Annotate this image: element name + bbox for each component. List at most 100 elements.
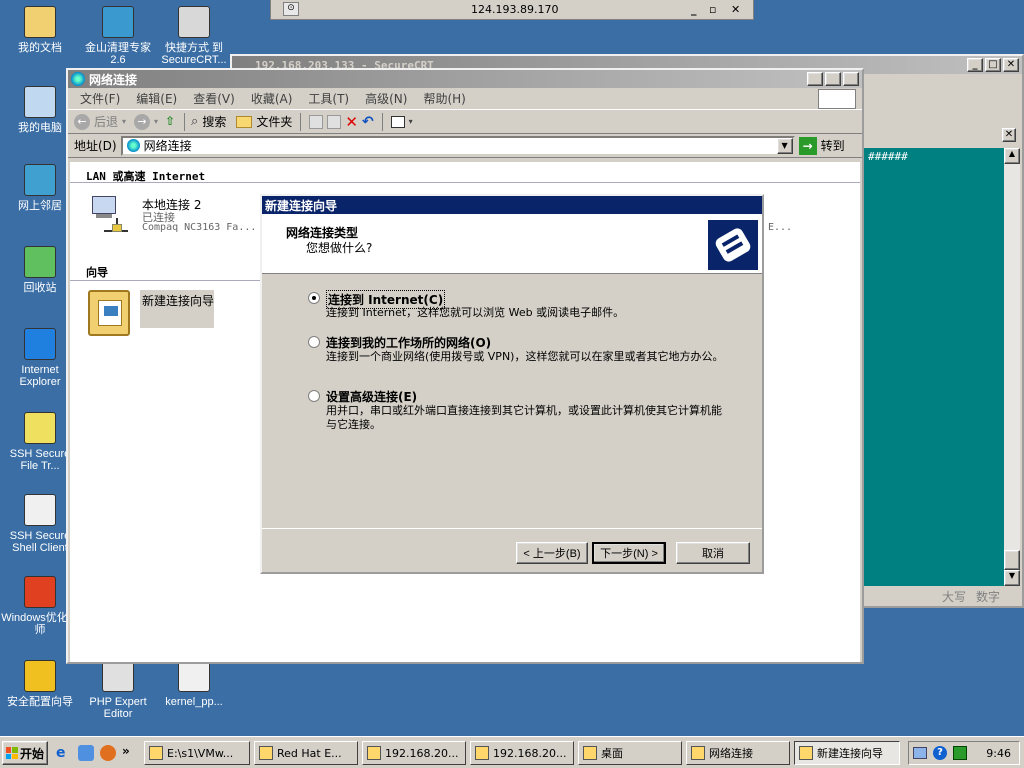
scroll-up-button[interactable]: ▲ bbox=[1004, 148, 1020, 164]
more-quicklaunch-icon[interactable]: » bbox=[122, 745, 130, 761]
desktop-icon-item[interactable]: 安全配置向导 bbox=[0, 660, 80, 708]
delete-icon[interactable]: ✕ bbox=[345, 113, 358, 131]
pin-icon[interactable]: ⊙ bbox=[283, 2, 299, 16]
ssh-shell-client-icon bbox=[24, 494, 56, 526]
back-button[interactable]: 后退 bbox=[94, 113, 118, 130]
next-wizard-button[interactable]: 下一步(N) > bbox=[592, 542, 666, 564]
menu-help[interactable]: 帮助(H) bbox=[423, 90, 465, 107]
task-app-icon bbox=[475, 746, 489, 760]
section-wizard-header: 向导 bbox=[86, 266, 108, 279]
securecrt-close-tab-button[interactable]: ✕ bbox=[1002, 128, 1016, 142]
desktop-icon-item[interactable]: 我的文档 bbox=[0, 6, 80, 54]
menu-edit[interactable]: 编辑(E) bbox=[136, 90, 177, 107]
securecrt-shortcut-icon bbox=[178, 6, 210, 38]
netconn-titlebar[interactable]: 网络连接 _ □ ✕ bbox=[68, 70, 862, 88]
terminal-area[interactable]: ###### bbox=[864, 148, 1004, 586]
clock[interactable]: 9:46 bbox=[986, 747, 1011, 760]
php-editor-icon bbox=[102, 660, 134, 692]
option-internet-desc: 连接到 Internet，这样您就可以浏览 Web 或阅读电子邮件。 bbox=[326, 306, 625, 319]
folders-button[interactable]: 文件夹 bbox=[256, 113, 292, 130]
network-tray-icon[interactable] bbox=[913, 747, 927, 759]
remote-close-button[interactable]: ✕ bbox=[731, 3, 740, 16]
securecrt-close-button[interactable]: ✕ bbox=[1003, 58, 1019, 72]
menu-file[interactable]: 文件(F) bbox=[80, 90, 120, 107]
windows-logo-icon bbox=[818, 89, 856, 109]
go-button[interactable]: 转到 bbox=[821, 137, 845, 154]
address-input[interactable]: 网络连接 ▼ bbox=[120, 135, 795, 156]
folder-icon[interactable] bbox=[236, 115, 253, 128]
netconn-maximize-button[interactable]: □ bbox=[825, 72, 841, 86]
new-connection-wizard-item[interactable]: 新建连接向导 bbox=[88, 290, 228, 340]
search-button[interactable]: 搜索 bbox=[202, 113, 226, 130]
back-wizard-button[interactable]: < 上一步(B) bbox=[516, 542, 588, 564]
status-num: 数字 bbox=[975, 590, 1000, 604]
taskbar-button[interactable]: Red Hat E... bbox=[254, 741, 358, 765]
terminal-scrollbar[interactable]: ▲ ▼ bbox=[1004, 148, 1020, 586]
taskbar-button[interactable]: E:\s1\VMw... bbox=[144, 741, 250, 765]
task-label: 192.168.20... bbox=[385, 746, 459, 760]
remote-minimize-button[interactable]: _ bbox=[691, 3, 697, 16]
views-icon[interactable] bbox=[390, 115, 405, 128]
back-arrow-icon[interactable]: ← bbox=[74, 113, 90, 130]
cancel-wizard-button[interactable]: 取消 bbox=[676, 542, 750, 564]
desktop-icon-label: 安全配置向导 bbox=[7, 696, 73, 708]
security-tray-icon[interactable] bbox=[953, 746, 967, 760]
menu-favorites[interactable]: 收藏(A) bbox=[251, 90, 293, 107]
ie-quicklaunch-icon[interactable]: e bbox=[56, 745, 72, 761]
quick-launch: e » bbox=[56, 745, 130, 761]
menu-bar: 文件(F) 编辑(E) 查看(V) 收藏(A) 工具(T) 高级(N) 帮助(H… bbox=[68, 88, 862, 110]
menu-advanced[interactable]: 高级(N) bbox=[365, 90, 407, 107]
ssh-file-transfer-icon bbox=[24, 412, 56, 444]
move-to-icon[interactable] bbox=[309, 114, 324, 129]
up-folder-icon[interactable]: ⇧ bbox=[162, 114, 178, 130]
taskbar-button[interactable]: 桌面 bbox=[578, 741, 682, 765]
go-arrow-icon[interactable]: → bbox=[798, 136, 817, 155]
desktop-icon-label: 金山清理专家 2.6 bbox=[85, 42, 151, 66]
copy-to-icon[interactable] bbox=[327, 114, 342, 129]
local-connection-item[interactable]: 本地连接 2 已连接 Compaq NC3163 Fa... bbox=[86, 192, 266, 242]
terminal-text: ###### bbox=[868, 150, 908, 163]
taskbar-button[interactable]: 192.168.20... bbox=[470, 741, 574, 765]
menu-view[interactable]: 查看(V) bbox=[193, 90, 235, 107]
security-wizard-icon bbox=[24, 660, 56, 692]
radio-advanced[interactable] bbox=[308, 390, 320, 402]
task-label: 新建连接向导 bbox=[817, 747, 883, 760]
network-places-icon bbox=[24, 164, 56, 196]
taskbar-button[interactable]: 新建连接向导 bbox=[794, 741, 900, 765]
option-workplace-label[interactable]: 连接到我的工作场所的网络(O) bbox=[326, 334, 491, 351]
views-dropdown-icon[interactable]: ▾ bbox=[409, 117, 413, 126]
desktop-icon-item[interactable]: 快捷方式 到 SecureCRT... bbox=[154, 6, 234, 66]
securecrt-minimize-button[interactable]: _ bbox=[967, 58, 983, 72]
search-icon[interactable]: ⌕ bbox=[191, 114, 198, 129]
forward-dropdown-icon[interactable]: ▾ bbox=[154, 117, 158, 126]
netconn-minimize-button[interactable]: _ bbox=[807, 72, 823, 86]
task-label: 192.168.20... bbox=[493, 746, 567, 760]
remote-restore-button[interactable]: ▫ bbox=[709, 3, 716, 16]
task-label: 桌面 bbox=[601, 747, 623, 760]
option-advanced-label[interactable]: 设置高级连接(E) bbox=[326, 388, 417, 405]
media-player-quicklaunch-icon[interactable] bbox=[100, 745, 116, 761]
outlook-quicklaunch-icon[interactable] bbox=[78, 745, 94, 761]
address-dropdown-button[interactable]: ▼ bbox=[776, 137, 793, 154]
securecrt-maximize-button[interactable]: □ bbox=[985, 58, 1001, 72]
wizard-header-subtitle: 您想做什么? bbox=[306, 241, 373, 255]
scroll-down-button[interactable]: ▼ bbox=[1004, 570, 1020, 586]
taskbar-button[interactable]: 192.168.20... bbox=[362, 741, 466, 765]
wizard-titlebar[interactable]: 新建连接向导 bbox=[262, 196, 762, 214]
taskbar-button[interactable]: 网络连接 bbox=[686, 741, 790, 765]
help-tray-icon[interactable]: ? bbox=[933, 746, 947, 760]
radio-workplace[interactable] bbox=[308, 336, 320, 348]
radio-internet[interactable] bbox=[308, 292, 320, 304]
start-button[interactable]: 开始 bbox=[2, 741, 48, 765]
forward-arrow-icon[interactable]: → bbox=[134, 113, 151, 130]
netconn-title: 网络连接 bbox=[89, 72, 138, 87]
wizard-item-label: 新建连接向导 bbox=[140, 290, 214, 328]
back-dropdown-icon[interactable]: ▾ bbox=[122, 117, 126, 126]
desktop-icon-item[interactable]: 金山清理专家 2.6 bbox=[78, 6, 158, 66]
scroll-thumb[interactable] bbox=[1004, 550, 1020, 570]
undo-icon[interactable]: ↶ bbox=[362, 114, 374, 130]
desktop-icon-item[interactable]: PHP Expert Editor bbox=[78, 660, 158, 720]
netconn-close-button[interactable]: ✕ bbox=[843, 72, 859, 86]
desktop-icon-item[interactable]: kernel_pp... bbox=[154, 660, 234, 708]
menu-tools[interactable]: 工具(T) bbox=[308, 90, 349, 107]
